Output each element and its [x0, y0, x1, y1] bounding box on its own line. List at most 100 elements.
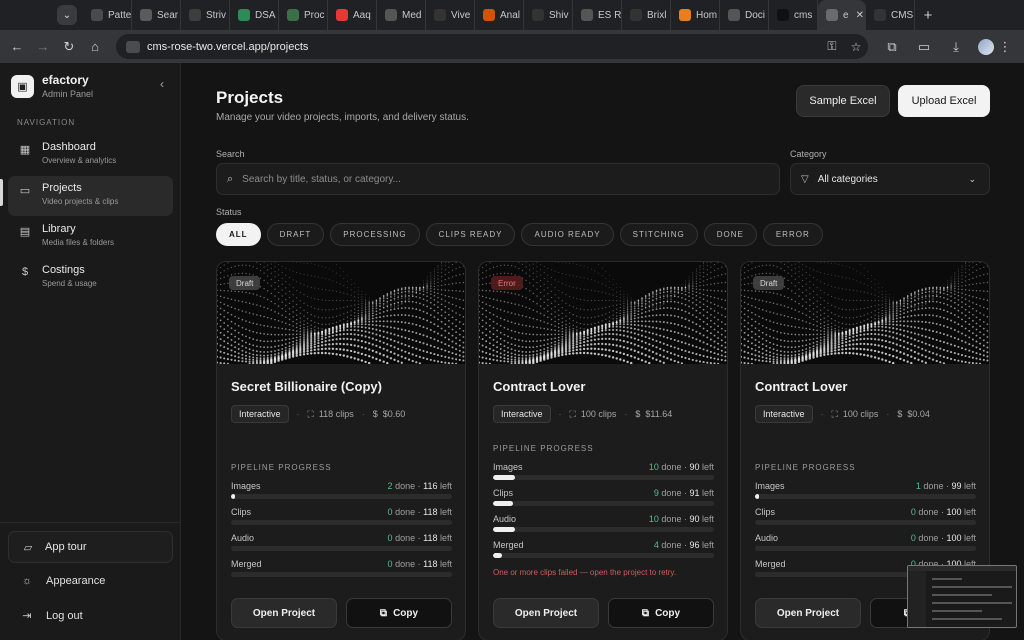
logout-icon: ⇥ — [22, 610, 32, 622]
sidebar-item-costings[interactable]: $ Costings Spend & usage — [8, 258, 173, 298]
tab-label: Sear — [157, 9, 179, 21]
browser-tab[interactable]: Anal — [475, 0, 524, 30]
nav-subtitle: Spend & usage — [42, 279, 97, 288]
sidebar-item-dashboard[interactable]: ▦ Dashboard Overview & analytics — [8, 135, 173, 175]
status-chip-audio-ready[interactable]: AUDIO READY — [521, 223, 614, 246]
home-icon[interactable]: ⌂ — [82, 39, 108, 54]
tab-favicon-icon — [679, 9, 691, 21]
extensions-puzzle-icon[interactable]: ⧉ — [876, 39, 908, 55]
progress-fill — [493, 501, 513, 506]
browser-tab[interactable]: cms — [769, 0, 818, 30]
bookmark-star-icon[interactable]: ☆ — [844, 40, 868, 54]
project-title: Contract Lover — [493, 379, 586, 394]
browser-tab[interactable]: Med — [377, 0, 426, 30]
brand[interactable]: ▣ efactory Admin Panel — [11, 73, 93, 99]
screen-preview-thumbnail[interactable] — [907, 565, 1017, 628]
collapse-sidebar-chevron-icon[interactable]: ‹ — [160, 77, 164, 91]
copy-project-button[interactable]: ⧉ Copy — [608, 598, 714, 628]
logout-button[interactable]: ⇥ Log out — [20, 609, 82, 623]
tab-favicon-icon — [532, 9, 544, 21]
profile-avatar[interactable] — [978, 38, 994, 55]
browser-tab[interactable]: e ✕ — [818, 0, 866, 30]
cost-value: $0.60 — [382, 409, 406, 419]
progress-fill — [493, 527, 516, 532]
page-subtitle: Manage your video projects, imports, and… — [216, 112, 469, 123]
status-chip-processing[interactable]: PROCESSING — [330, 223, 420, 246]
pipeline-progress-heading: PIPELINE PROGRESS — [231, 463, 332, 472]
status-chip-all[interactable]: ALL — [216, 223, 261, 246]
browser-tab[interactable]: Hom — [671, 0, 720, 30]
sun-icon: ☼ — [21, 575, 33, 587]
tab-search-chevron-icon[interactable]: ⌄ — [57, 5, 77, 25]
browser-tab[interactable]: Shiv — [524, 0, 573, 30]
new-tab-plus-icon[interactable]: + — [915, 7, 941, 24]
browser-tab[interactable]: Doci — [720, 0, 769, 30]
status-chip-clips-ready[interactable]: CLIPS READY — [425, 223, 516, 246]
done-count: 1 — [915, 481, 921, 491]
open-project-button[interactable]: Open Project — [755, 598, 861, 628]
project-meta: Interactive · ⛶ 100 clips · $ $0.04 — [755, 405, 930, 423]
done-word: done — [923, 481, 944, 491]
open-project-button[interactable]: Open Project — [493, 598, 599, 628]
close-tab-icon[interactable]: ✕ — [856, 10, 864, 21]
browser-tab[interactable]: Patte — [83, 0, 132, 30]
site-info-icon[interactable] — [126, 40, 140, 53]
status-chip-draft[interactable]: DRAFT — [266, 223, 325, 246]
done-count: 0 — [387, 559, 393, 569]
done-count: 0 — [387, 533, 393, 543]
cast-icon[interactable]: ▭ — [908, 39, 940, 55]
browser-tab[interactable]: CMS — [866, 0, 915, 30]
status-chip-done[interactable]: DONE — [703, 223, 757, 246]
category-select[interactable]: ▽ All categories ⌄ — [790, 163, 990, 195]
copy-project-button[interactable]: ⧉ Copy — [346, 598, 452, 628]
password-key-icon[interactable]: ⚿ — [820, 39, 844, 54]
done-count: 0 — [910, 507, 916, 517]
cost-value: $0.04 — [907, 409, 930, 419]
download-icon[interactable]: ⤓ — [940, 39, 972, 55]
sidebar-nav: ▦ Dashboard Overview & analytics ▭ Proje… — [8, 135, 173, 299]
browser-tab[interactable]: Brixl — [622, 0, 671, 30]
address-bar[interactable]: cms-rose-two.vercel.app/projects ⚿ ☆ — [116, 34, 868, 59]
sidebar-item-projects[interactable]: ▭ Projects Video projects & clips — [8, 176, 173, 216]
reload-icon[interactable]: ↻ — [56, 39, 82, 55]
tab-label: Shiv — [549, 9, 569, 21]
appearance-button[interactable]: ☼ Appearance — [20, 575, 105, 587]
tab-favicon-icon — [385, 9, 397, 21]
search-input[interactable]: ⌕ Search by title, status, or category..… — [216, 163, 780, 195]
sidebar-item-library[interactable]: ▤ Library Media files & folders — [8, 217, 173, 257]
grid-icon: ▦ — [19, 144, 31, 156]
tab-label: DSA — [255, 9, 276, 21]
left-word: left — [701, 462, 714, 472]
project-card[interactable]: Error Contract Lover Interactive · ⛶ 100 clip… — [478, 261, 728, 640]
project-thumbnail: Draft — [217, 262, 465, 364]
open-project-button[interactable]: Open Project — [231, 598, 337, 628]
app-tour-button[interactable]: ▱ App tour — [8, 531, 173, 563]
left-count: 100 — [946, 507, 962, 517]
progress-track — [755, 546, 976, 551]
tab-label: Vive — [451, 9, 471, 21]
back-arrow-icon[interactable]: ← — [4, 39, 30, 54]
project-card[interactable]: Draft Secret Billionaire (Copy) Interactiv… — [216, 261, 466, 640]
status-chip-error[interactable]: ERROR — [762, 223, 823, 246]
browser-tab[interactable]: Sear — [132, 0, 181, 30]
clips-icon: ⛶ — [307, 408, 314, 419]
category-label: Category — [790, 149, 827, 159]
left-word: left — [963, 533, 976, 543]
browser-tab[interactable]: ES R — [573, 0, 622, 30]
dollar-icon: $ — [372, 409, 378, 419]
tab-label: Brixl — [647, 9, 667, 21]
upload-excel-button[interactable]: Upload Excel — [898, 85, 990, 117]
status-chip-stitching[interactable]: STITCHING — [619, 223, 698, 246]
browser-tab[interactable]: DSA — [230, 0, 279, 30]
sample-excel-button[interactable]: Sample Excel — [796, 85, 890, 117]
left-word: left — [439, 559, 452, 569]
category-tag: Interactive — [231, 405, 289, 423]
browser-tab[interactable]: Vive — [426, 0, 475, 30]
stage-count: 4 done · 96 left — [653, 540, 714, 550]
forward-arrow-icon[interactable]: → — [30, 39, 56, 54]
browser-tab[interactable]: Aaq — [328, 0, 377, 30]
brand-logo-icon: ▣ — [11, 74, 34, 98]
browser-tab[interactable]: Striv — [181, 0, 230, 30]
browser-tab[interactable]: Proc — [279, 0, 328, 30]
chrome-menu-icon[interactable]: ⋮ — [994, 39, 1016, 55]
